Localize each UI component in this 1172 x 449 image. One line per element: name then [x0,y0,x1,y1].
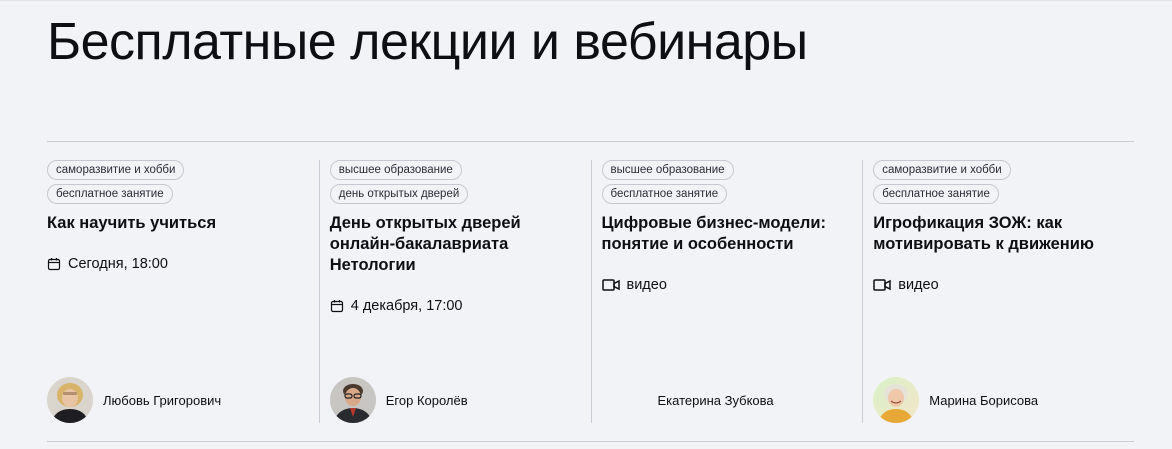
author: Егор Королёв [329,377,468,423]
author-name: Любовь Григорович [103,392,222,408]
author-name: Марина Борисова [929,392,1039,408]
top-divider [0,0,1172,1]
format-text: видео [626,277,667,293]
tag[interactable]: бесплатное занятие [601,184,728,204]
calendar-icon [330,300,343,313]
calendar-icon [47,258,61,271]
page-title: Бесплатные лекции и вебинары [47,13,808,71]
card-format: видео [873,277,1118,293]
tag[interactable]: бесплатное занятие [47,184,173,204]
tag-list: саморазвитие и хобби бесплатное занятие [47,160,303,204]
tag[interactable]: день открытых дверей [329,184,469,204]
avatar [329,377,376,423]
tag[interactable]: высшее образование [601,160,734,180]
tag-list: саморазвитие и хобби бесплатное занятие [873,160,1118,204]
card-title[interactable]: Цифровые бизнес-модели: понятие и особен… [602,213,847,255]
tag[interactable]: высшее образование [329,160,462,180]
card-date: 4 декабря, 17:00 [330,298,575,314]
tag[interactable]: бесплатное занятие [873,184,999,204]
webinar-cards: саморазвитие и хобби бесплатное занятие … [47,160,1134,423]
author: Екатерина Зубкова [602,377,774,423]
avatar [873,377,920,423]
card-title[interactable]: День открытых дверей онлайн-бакалавриата… [330,213,575,276]
webinar-card[interactable]: высшее образование бесплатное занятие Ци… [590,160,863,423]
webinar-card[interactable]: саморазвитие и хобби бесплатное занятие … [862,160,1134,423]
tag-list: высшее образование бесплатное занятие [601,160,847,204]
author: Марина Борисова [873,377,1038,423]
card-title[interactable]: Как научить учиться [47,213,303,234]
card-title[interactable]: Игрофикация ЗОЖ: как мотивировать к движ… [873,213,1118,255]
section-divider-bottom [47,441,1134,442]
webinar-card[interactable]: высшее образование день открытых дверей … [318,160,591,423]
author-name: Егор Королёв [385,392,468,408]
format-text: видео [898,277,939,293]
video-camera-icon [873,279,891,291]
avatar-placeholder [602,377,648,423]
date-text: 4 декабря, 17:00 [350,298,463,314]
tag-list: высшее образование день открытых дверей [329,160,575,204]
video-camera-icon [601,279,620,291]
author-name: Екатерина Зубкова [657,392,774,408]
card-date: Сегодня, 18:00 [47,256,303,272]
section-divider-top [47,141,1134,142]
author: Любовь Григорович [47,377,221,423]
avatar [47,377,93,423]
date-text: Сегодня, 18:00 [68,256,168,272]
webinar-card[interactable]: саморазвитие и хобби бесплатное занятие … [47,160,319,423]
tag[interactable]: саморазвитие и хобби [47,160,185,180]
card-format: видео [601,277,847,293]
tag[interactable]: саморазвитие и хобби [873,160,1011,180]
